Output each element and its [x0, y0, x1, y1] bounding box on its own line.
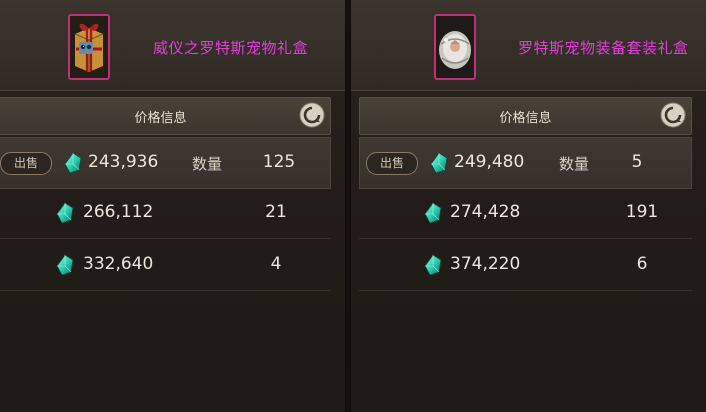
listing-row[interactable]: 出售 243,936 数量 125	[0, 137, 331, 189]
price-info-header: 价格信息	[0, 97, 331, 135]
unit-price: 243,936	[88, 152, 159, 172]
quantity-value: 4	[270, 254, 282, 274]
unit-price: 332,640	[83, 254, 154, 274]
unit-price: 266,112	[83, 202, 154, 222]
item-name: 威仪之罗特斯宠物礼盒	[153, 39, 309, 57]
quantity-value: 5	[631, 152, 643, 172]
quantity-value: 191	[625, 202, 659, 222]
price-info-title: 价格信息	[499, 111, 552, 126]
gift-box-icon[interactable]	[68, 14, 110, 80]
item-header: 威仪之罗特斯宠物礼盒	[0, 0, 345, 91]
unit-price: 274,428	[450, 202, 521, 222]
gem-icon	[430, 152, 448, 174]
listing-row[interactable]: 出售 249,480 数量 5	[359, 137, 692, 189]
quantity-value: 6	[636, 254, 648, 274]
gem-icon	[56, 254, 74, 276]
item-panel-left: 威仪之罗特斯宠物礼盒 价格信息 出售 243,936 数量 125 266,11…	[0, 0, 345, 412]
sell-button[interactable]: 出售	[366, 152, 418, 175]
listing-row[interactable]: 266,112 21	[0, 188, 331, 239]
listing-row[interactable]: 374,220 6	[359, 240, 692, 291]
item-name: 罗特斯宠物装备套装礼盒	[518, 39, 689, 57]
unit-price: 374,220	[450, 254, 521, 274]
price-info-title: 价格信息	[134, 111, 187, 126]
gem-icon	[424, 202, 442, 224]
quantity-value: 125	[262, 152, 296, 172]
listing-row[interactable]: 274,428 191	[359, 188, 692, 239]
price-info-header: 价格信息	[359, 97, 692, 135]
gem-icon	[64, 152, 82, 174]
gem-icon	[424, 254, 442, 276]
quantity-label: 数量	[192, 155, 223, 173]
sell-button[interactable]: 出售	[0, 152, 52, 175]
quantity-label: 数量	[559, 155, 590, 173]
quantity-value: 21	[265, 202, 287, 222]
item-panel-right: 罗特斯宠物装备套装礼盒 价格信息 出售 249,480 数量 5 274,428…	[351, 0, 706, 412]
item-header: 罗特斯宠物装备套装礼盒	[351, 0, 706, 91]
listing-row[interactable]: 332,640 4	[0, 240, 331, 291]
gem-icon	[56, 202, 74, 224]
refresh-icon[interactable]	[659, 101, 687, 129]
unit-price: 249,480	[454, 152, 525, 172]
silver-gift-box-icon[interactable]	[434, 14, 476, 80]
refresh-icon[interactable]	[298, 101, 326, 129]
